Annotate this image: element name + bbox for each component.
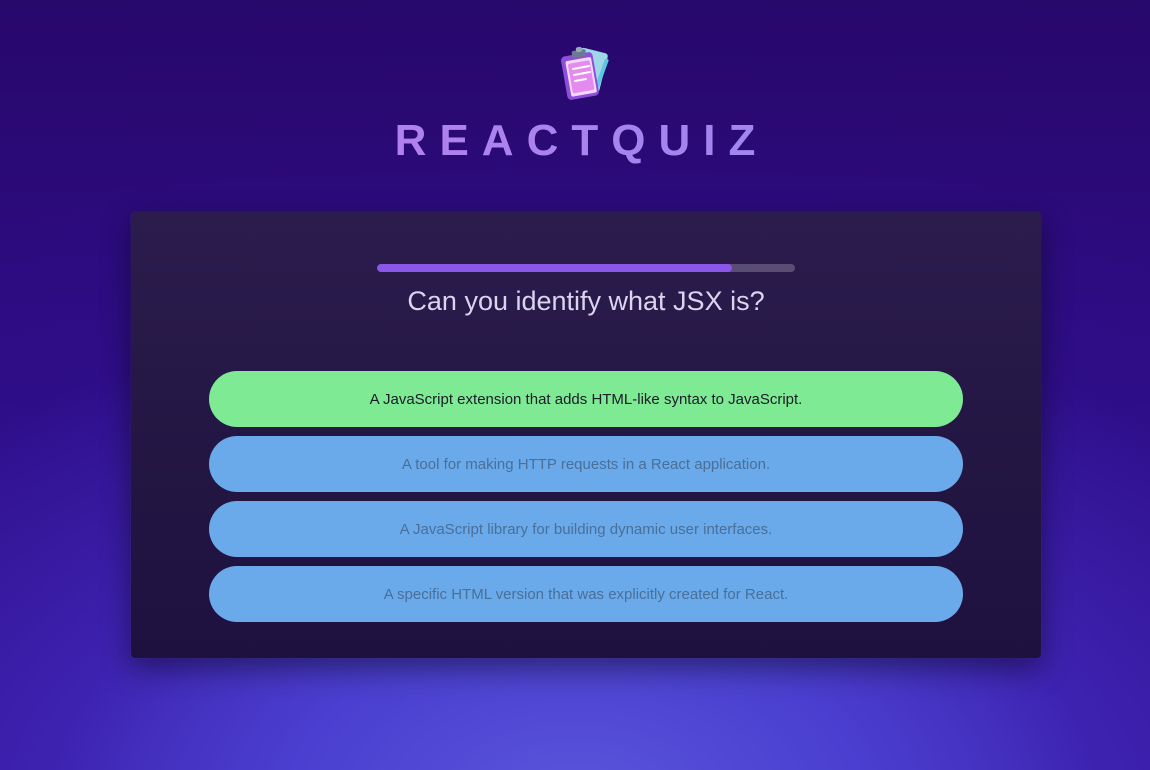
question-text: Can you identify what JSX is? [407,286,765,316]
answer-option[interactable]: A JavaScript library for building dynami… [209,501,963,557]
answer-option-correct[interactable]: A JavaScript extension that adds HTML-li… [209,371,963,427]
progress-bar-fill [377,264,733,272]
quiz-card: Can you identify what JSX is? A JavaScri… [131,212,1041,658]
app-title: REACTQUIZ [0,116,1150,166]
clipboard-quiz-icon [556,44,616,104]
answer-option[interactable]: A specific HTML version that was explici… [209,566,963,622]
answer-option[interactable]: A tool for making HTTP requests in a Rea… [209,436,963,492]
progress-bar [377,264,795,272]
answer-list: A JavaScript extension that adds HTML-li… [209,371,963,631]
